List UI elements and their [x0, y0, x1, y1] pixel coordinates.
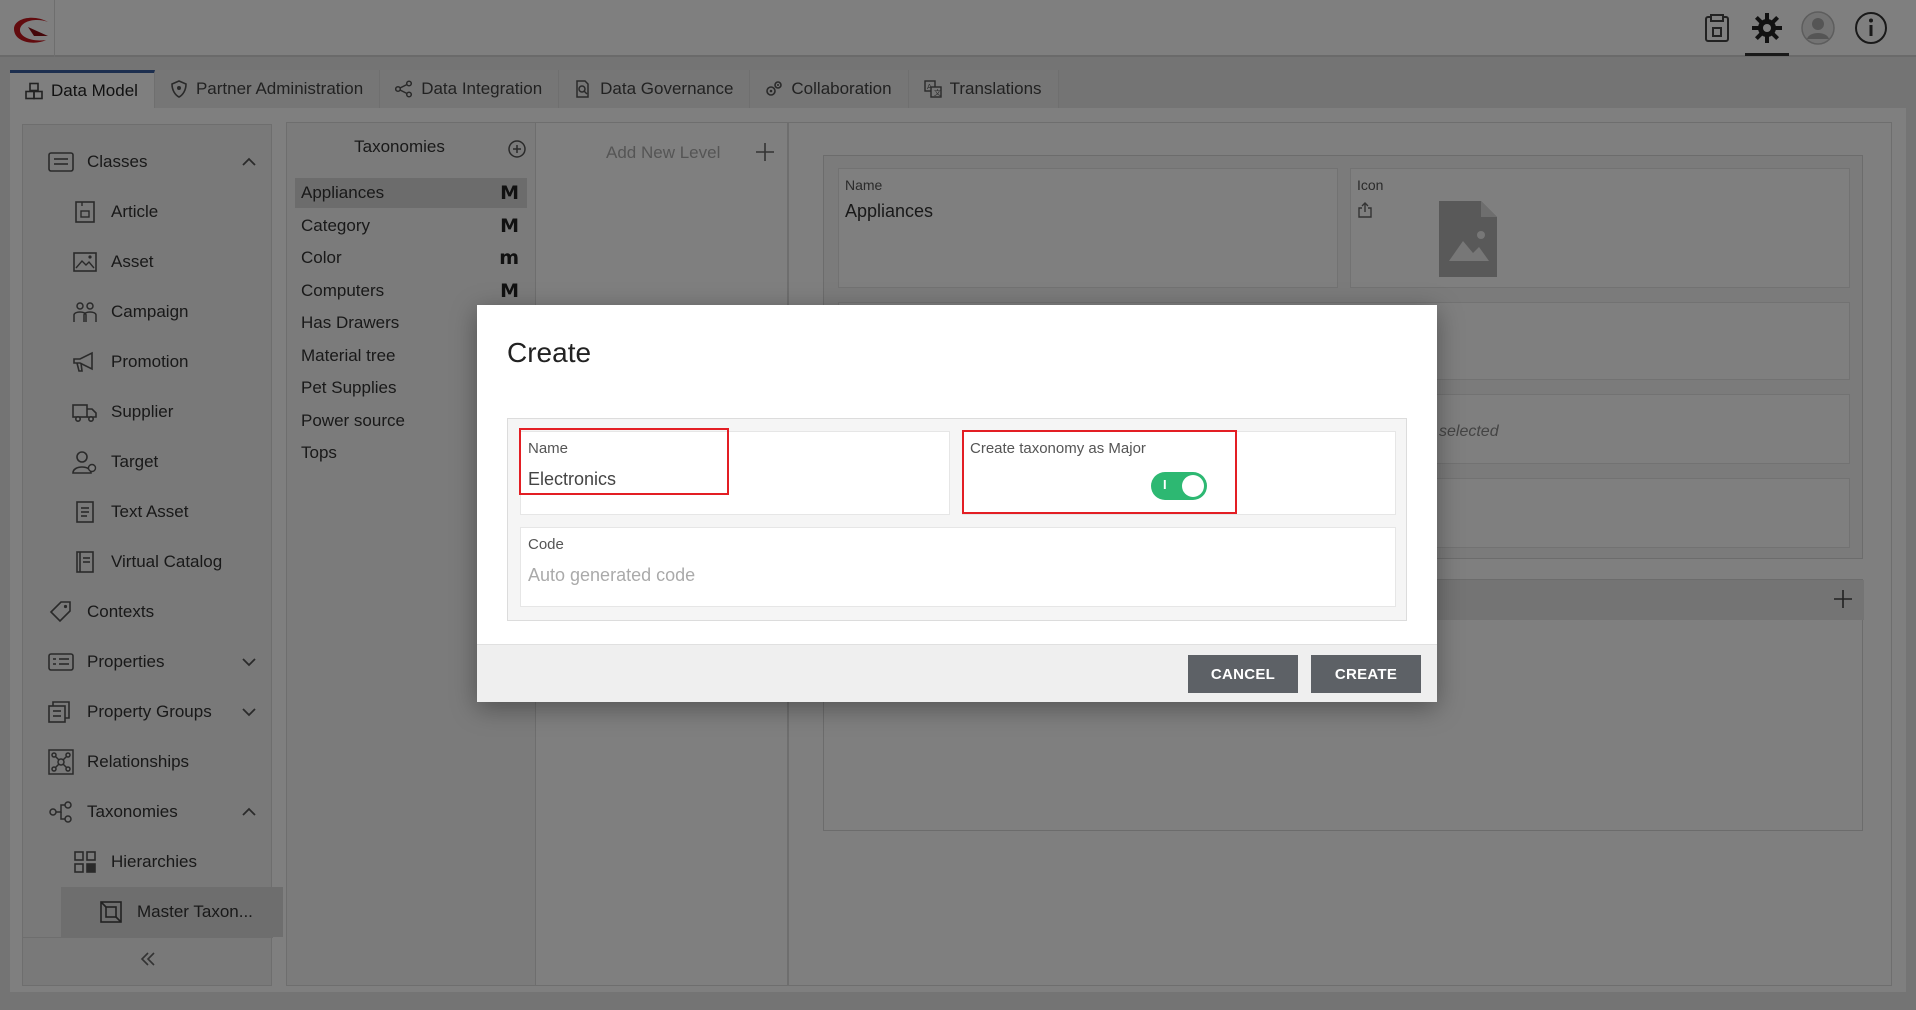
cancel-button[interactable]: CANCEL: [1188, 655, 1298, 693]
toggle-on-mark: I: [1163, 477, 1167, 492]
name-label: Name: [528, 440, 569, 457]
dialog-footer: CANCEL CREATE: [477, 644, 1437, 702]
dialog-title: Create: [507, 337, 592, 368]
create-taxonomy-dialog: Create Name Create taxonomy as Major I C…: [477, 305, 1437, 702]
dialog-form: Name Create taxonomy as Major I Code: [507, 418, 1407, 621]
create-button[interactable]: CREATE: [1311, 655, 1421, 693]
name-field: Name: [520, 431, 950, 515]
major-field: Create taxonomy as Major I: [962, 431, 1396, 515]
code-label: Code: [528, 536, 564, 553]
major-toggle[interactable]: I: [1151, 472, 1207, 500]
code-field: Code: [520, 527, 1396, 607]
toggle-knob: [1182, 475, 1204, 497]
name-input[interactable]: [528, 466, 938, 492]
major-label: Create taxonomy as Major: [970, 440, 1146, 457]
code-input[interactable]: [528, 562, 1388, 588]
